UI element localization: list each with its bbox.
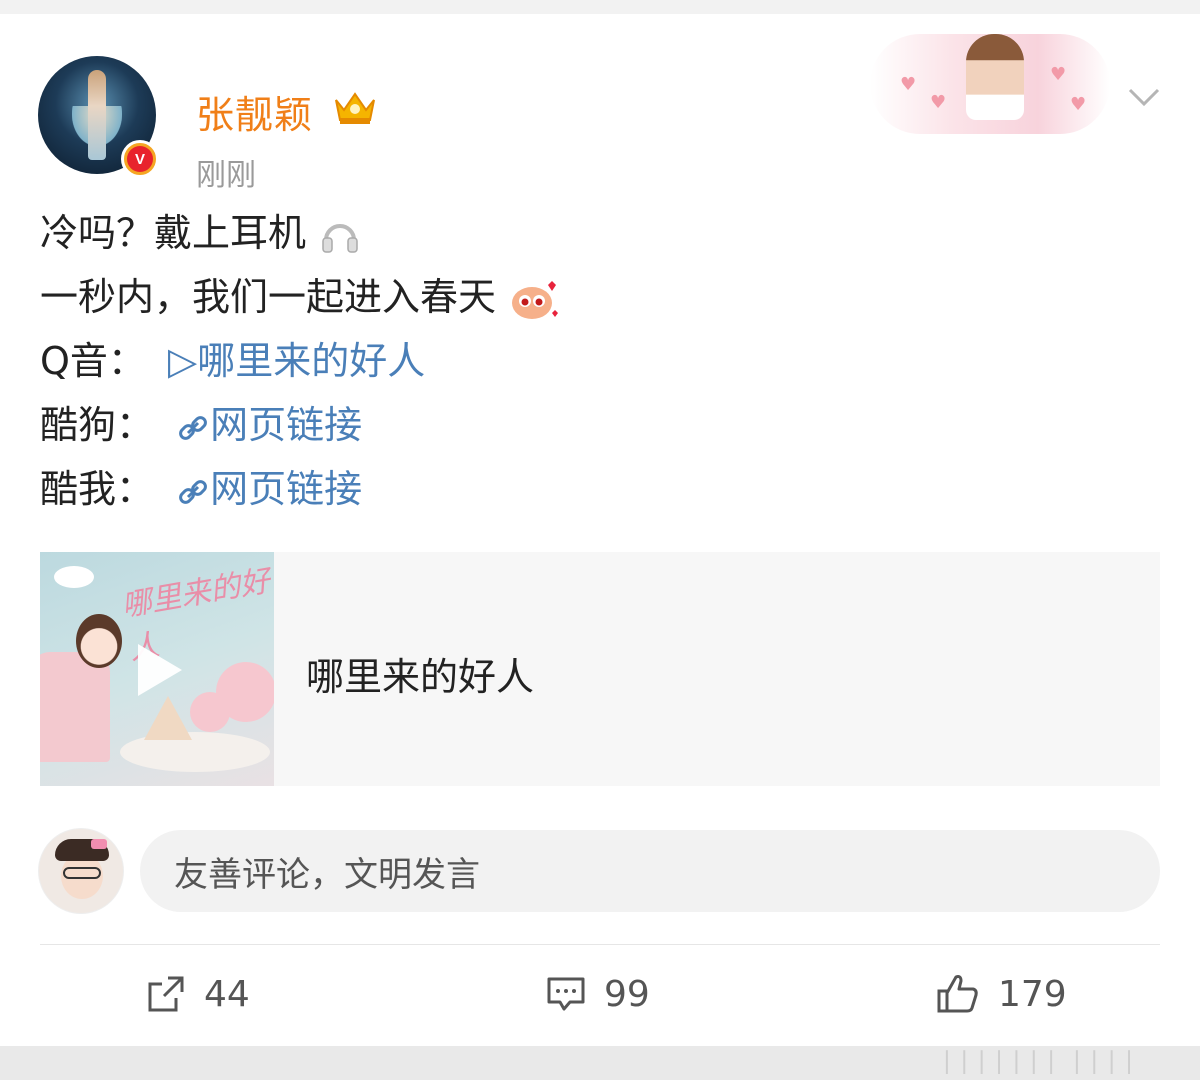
author-name[interactable]: 张靓颖 — [196, 84, 313, 139]
chevron-down-icon[interactable] — [1126, 80, 1162, 116]
kugou-web-link[interactable]: 网页链接 — [176, 403, 362, 447]
link-icon — [179, 479, 208, 504]
thumbs-up-icon — [937, 975, 978, 1013]
comment-icon — [547, 977, 585, 1011]
weibo-post-card: V 张靓颖 刚刚 ♥ ♥ ♥ ♥ 冷吗？戴上耳机 一秒内，我们一起进入春天 Q音… — [0, 14, 1200, 1046]
post-text-line: 酷狗： 网页链接 — [40, 403, 363, 447]
music-title: 哪里来的好人 — [306, 655, 535, 699]
play-icon[interactable] — [138, 644, 182, 696]
play-triangle-icon: ▷ — [168, 339, 198, 383]
comment-input[interactable]: 友善评论，文明发言 — [140, 830, 1160, 912]
like-count: 179 — [998, 973, 1067, 1015]
cute-emoji-icon — [512, 280, 559, 319]
profile-decoration: ♥ ♥ ♥ ♥ — [870, 34, 1110, 134]
music-card[interactable]: 哪里来的好人 哪里来的好人 — [40, 552, 1160, 786]
like-button[interactable]: 179 — [936, 972, 1067, 1016]
verified-badge-icon: V — [121, 140, 159, 178]
repost-button[interactable]: 44 — [146, 972, 250, 1016]
post-time: 刚刚 — [196, 158, 256, 193]
post-text-line: Q音： ▷哪里来的好人 — [40, 339, 426, 383]
qq-music-link[interactable]: ▷哪里来的好人 — [168, 339, 425, 383]
link-icon — [179, 415, 208, 440]
watermark: ▏▏▏▏▏▏▏ ▏▏▏▏ — [946, 1050, 1146, 1074]
post-text-line: 酷我： 网页链接 — [40, 467, 363, 511]
divider — [40, 944, 1160, 945]
kuwo-web-link[interactable]: 网页链接 — [176, 467, 362, 511]
album-cover[interactable]: 哪里来的好人 — [40, 552, 274, 786]
comment-button[interactable]: 99 — [546, 972, 650, 1016]
post-text-line: 冷吗？戴上耳机 — [40, 208, 362, 258]
share-icon — [148, 976, 184, 1012]
crown-badge-icon — [335, 92, 375, 124]
user-avatar[interactable] — [38, 828, 124, 914]
comment-count: 99 — [604, 973, 650, 1015]
headphones-icon — [322, 223, 358, 253]
repost-count: 44 — [204, 973, 250, 1015]
post-text-line: 一秒内，我们一起进入春天 — [40, 272, 560, 323]
